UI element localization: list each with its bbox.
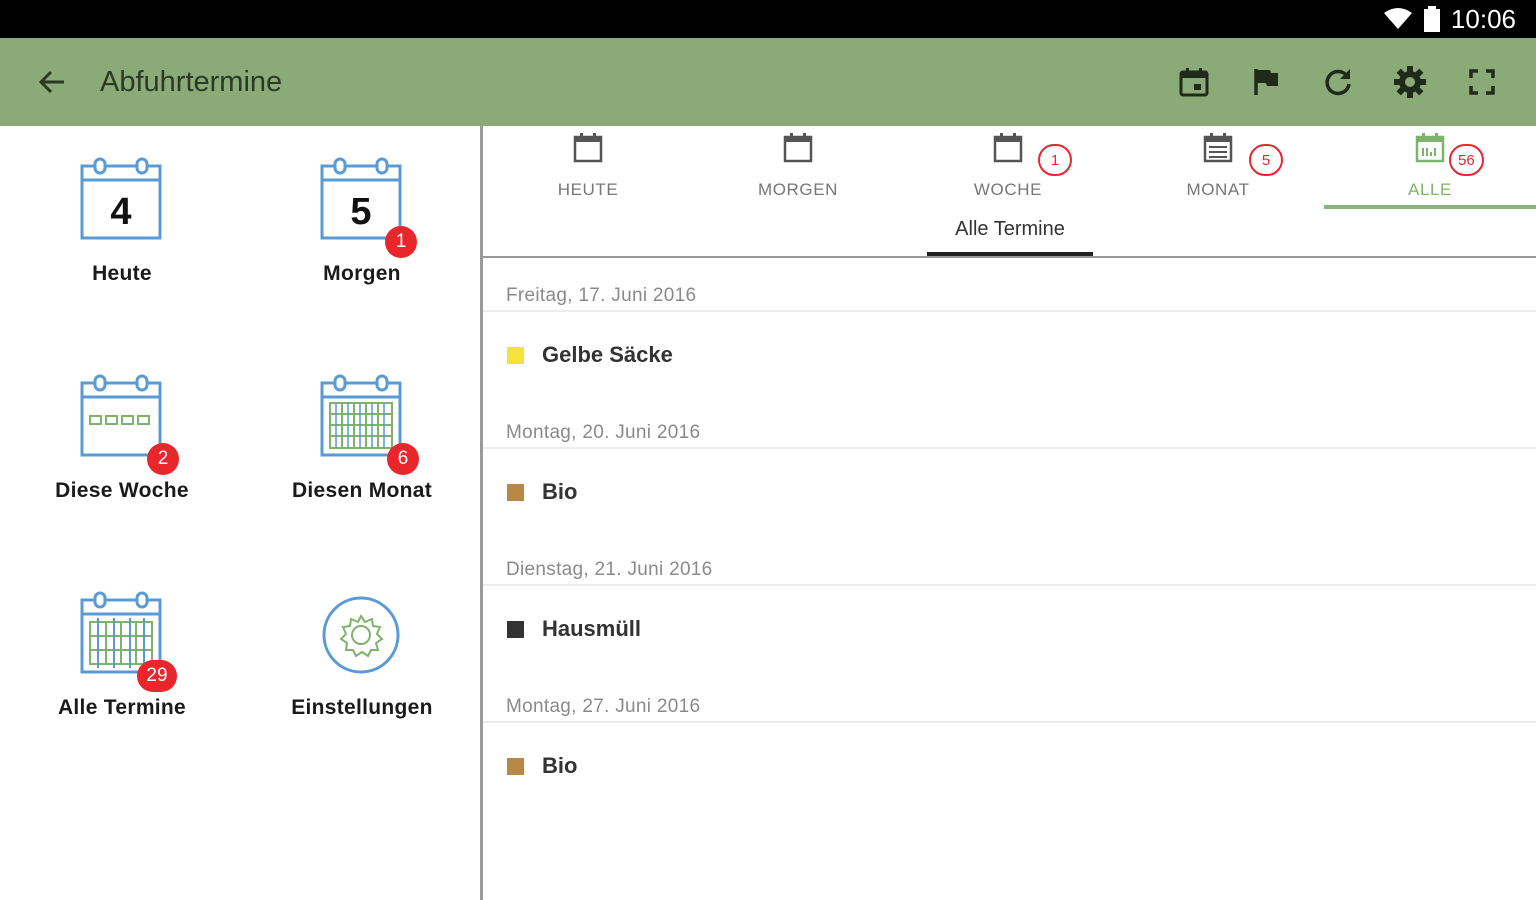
schedule-entry[interactable]: Gelbe Säcke xyxy=(483,324,1536,386)
date-divider xyxy=(483,721,1536,723)
waste-type-swatch xyxy=(507,620,524,638)
date-header: Montag, 20. Juni 2016 xyxy=(506,422,701,443)
calendar-today-icon xyxy=(1179,68,1209,97)
app-bar: Abfuhrtermine xyxy=(0,38,1536,126)
date-header: Dienstag, 21. Juni 2016 xyxy=(506,559,713,580)
tile-icon-container: 4 xyxy=(77,156,167,246)
tab-bar: HEUTE MORGEN WOCHE 1 MONAT 5 ALLE 56 xyxy=(483,126,1536,216)
schedule-group: Montag, 20. Juni 2016 Bio xyxy=(483,395,1536,532)
tile-label: Heute xyxy=(92,262,152,285)
refresh-button[interactable] xyxy=(1302,46,1374,118)
date-divider xyxy=(483,447,1536,449)
status-time: 10:06 xyxy=(1450,3,1516,34)
date-header: Freitag, 17. Juni 2016 xyxy=(506,285,697,306)
tab-label: WOCHE xyxy=(973,180,1043,199)
schedule-group: Dienstag, 21. Juni 2016 Hausmüll xyxy=(483,532,1536,669)
waste-type-swatch xyxy=(507,757,524,775)
gear-icon xyxy=(322,596,400,674)
tile-icon-container: 5 1 xyxy=(317,156,417,258)
tab-label: MONAT xyxy=(1186,180,1250,199)
tile-einstellungen[interactable]: Einstellungen xyxy=(242,560,482,760)
tab-icon-container xyxy=(573,130,603,166)
tile-alle-termine[interactable]: 29 Alle Termine xyxy=(2,560,242,760)
dashboard-panel: 4 Heute 5 1 Morgen 2 Diese Woche 6 Diese… xyxy=(0,126,482,900)
arrow-back-icon xyxy=(38,70,64,94)
tab-woche[interactable]: WOCHE xyxy=(903,126,1113,210)
tile-label: Diese Woche xyxy=(55,479,189,502)
date-divider xyxy=(483,584,1536,586)
fullscreen-button[interactable] xyxy=(1446,46,1518,118)
tab-badge-woche: 1 xyxy=(1038,144,1072,176)
active-tab-indicator xyxy=(1324,205,1536,209)
back-button[interactable] xyxy=(30,60,74,104)
tile-badge: 29 xyxy=(137,660,177,692)
schedule-panel: HEUTE MORGEN WOCHE 1 MONAT 5 ALLE 56 All… xyxy=(483,126,1536,900)
fullscreen-icon xyxy=(1469,69,1495,95)
waste-type-label: Gelbe Säcke xyxy=(542,342,673,367)
waste-type-label: Bio xyxy=(542,753,578,778)
waste-type-label: Bio xyxy=(542,479,578,504)
tab-icon-container xyxy=(1203,130,1233,166)
schedule-list: Freitag, 17. Juni 2016 Gelbe Säcke Monta… xyxy=(483,258,1536,806)
tab-label: ALLE xyxy=(1408,180,1452,199)
tile-label: Alle Termine xyxy=(57,696,187,719)
toolbar-actions xyxy=(1158,38,1518,126)
today-button[interactable] xyxy=(1158,46,1230,118)
schedule-group: Freitag, 17. Juni 2016 Gelbe Säcke xyxy=(483,258,1536,395)
schedule-entry[interactable]: Hausmüll xyxy=(483,598,1536,660)
waste-type-swatch xyxy=(507,483,524,501)
tile-diese-woche[interactable]: 2 Diese Woche xyxy=(2,343,242,543)
calendar-icon xyxy=(573,133,603,163)
tile-icon-container: 6 xyxy=(317,373,419,475)
tile-badge: 6 xyxy=(387,443,419,475)
tab-icon-container xyxy=(993,130,1023,166)
schedule-group: Montag, 27. Juni 2016 Bio xyxy=(483,669,1536,806)
tile-label: Diesen Monat xyxy=(291,479,433,502)
tile-morgen[interactable]: 5 1 Morgen xyxy=(242,126,482,326)
tile-day-number: 4 xyxy=(110,190,132,233)
flag-icon xyxy=(1254,69,1278,95)
calendar-month-icon xyxy=(1203,133,1233,163)
date-header: Montag, 27. Juni 2016 xyxy=(506,696,701,717)
battery-icon xyxy=(1423,6,1440,32)
tab-badge-monat: 5 xyxy=(1249,144,1283,176)
waste-type-swatch xyxy=(507,346,524,364)
tab-label: HEUTE xyxy=(557,180,619,199)
waste-type-label: Hausmüll xyxy=(542,616,642,641)
calendar-icon xyxy=(783,133,813,163)
tab-alle[interactable]: ALLE xyxy=(1325,126,1535,210)
tab-badge-alle: 56 xyxy=(1449,144,1484,176)
tile-icon-container xyxy=(317,590,407,680)
schedule-entry[interactable]: Bio xyxy=(483,735,1536,797)
flag-button[interactable] xyxy=(1230,46,1302,118)
wifi-icon xyxy=(1383,8,1412,29)
tile-label: Einstellungen xyxy=(291,696,433,719)
settings-button[interactable] xyxy=(1374,46,1446,118)
tab-icon-container xyxy=(783,130,813,166)
tab-morgen[interactable]: MORGEN xyxy=(693,126,903,210)
tab-monat[interactable]: MONAT xyxy=(1113,126,1323,210)
tile-heute[interactable]: 4 Heute xyxy=(2,126,242,326)
status-bar: 10:06 xyxy=(0,0,1536,38)
calendar-month-icon xyxy=(320,374,402,457)
calendar-week-icon xyxy=(80,374,162,457)
tab-label: MORGEN xyxy=(757,180,839,199)
settings-icon xyxy=(1394,66,1426,98)
tab-heute[interactable]: HEUTE xyxy=(483,126,693,210)
date-divider xyxy=(483,310,1536,312)
schedule-entry[interactable]: Bio xyxy=(483,461,1536,523)
page-title: Abfuhrtermine xyxy=(100,65,283,98)
tile-badge: 1 xyxy=(385,226,417,258)
refresh-icon xyxy=(1325,69,1351,96)
tile-diesen-monat[interactable]: 6 Diesen Monat xyxy=(242,343,482,543)
tile-label: Morgen xyxy=(323,262,401,285)
tile-icon-container: 2 xyxy=(77,373,179,475)
tile-badge: 2 xyxy=(147,443,179,475)
subtab-label: Alle Termine xyxy=(955,218,1065,240)
calendar-icon xyxy=(993,133,1023,163)
calendar-all-icon xyxy=(1415,133,1445,163)
tile-icon-container: 29 xyxy=(77,590,177,692)
tab-icon-container xyxy=(1415,130,1445,166)
